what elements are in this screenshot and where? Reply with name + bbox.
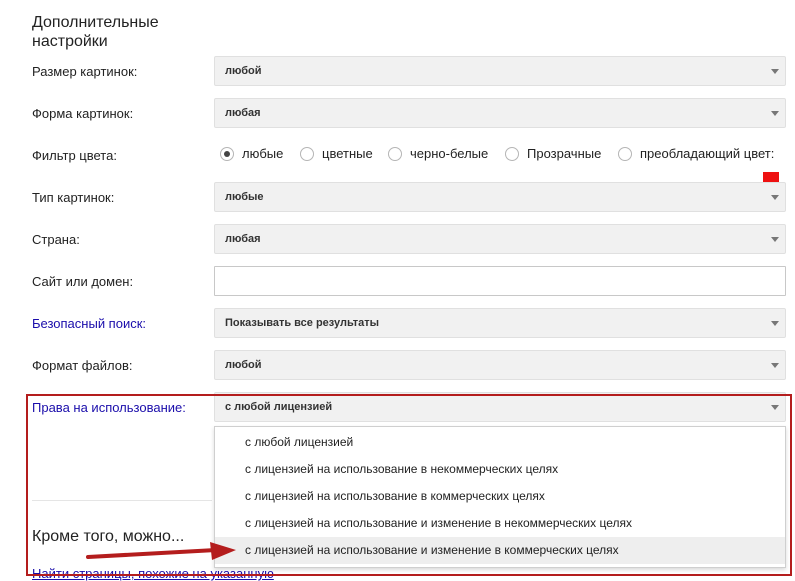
country-select-value: любая — [225, 233, 261, 245]
country-select[interactable]: любая — [214, 224, 786, 254]
chevron-down-icon — [771, 111, 779, 116]
site-input[interactable] — [214, 266, 786, 296]
type-label: Тип картинок: — [32, 190, 115, 205]
country-label: Страна: — [32, 232, 80, 247]
color-label: Фильтр цвета: — [32, 148, 117, 163]
color-radio-label: любые — [242, 146, 284, 161]
safe-search-select[interactable]: Показывать все результаты — [214, 308, 786, 338]
section-title: Дополнительные настройки — [32, 14, 159, 50]
chevron-down-icon — [771, 237, 779, 242]
shape-label: Форма картинок: — [32, 106, 134, 121]
format-select-value: любой — [225, 359, 262, 371]
chevron-down-icon — [771, 321, 779, 326]
site-label: Сайт или домен: — [32, 274, 134, 289]
radio-icon — [300, 147, 314, 161]
radio-icon — [618, 147, 632, 161]
safe-search-select-value: Показывать все результаты — [225, 317, 380, 329]
color-radio-label: преобладающий цвет: — [640, 146, 775, 161]
annotation-arrow-icon — [86, 542, 236, 560]
size-label: Размер картинок: — [32, 64, 138, 79]
radio-icon — [505, 147, 519, 161]
format-select[interactable]: любой — [214, 350, 786, 380]
color-radio-label: Прозрачные — [527, 146, 602, 161]
shape-select[interactable]: любая — [214, 98, 786, 128]
chevron-down-icon — [771, 363, 779, 368]
size-select[interactable]: любой — [214, 56, 786, 86]
format-label: Формат файлов: — [32, 358, 133, 373]
shape-select-value: любая — [225, 107, 261, 119]
radio-checked-icon — [220, 147, 234, 161]
color-radio-label: цветные — [322, 146, 373, 161]
size-select-value: любой — [225, 65, 262, 77]
radio-icon — [388, 147, 402, 161]
chevron-down-icon — [771, 69, 779, 74]
color-radio-label: черно-белые — [410, 146, 489, 161]
chevron-down-icon — [771, 195, 779, 200]
safe-search-link[interactable]: Безопасный поиск: — [32, 316, 146, 332]
type-select-value: любые — [225, 191, 264, 203]
type-select[interactable]: любые — [214, 182, 786, 212]
